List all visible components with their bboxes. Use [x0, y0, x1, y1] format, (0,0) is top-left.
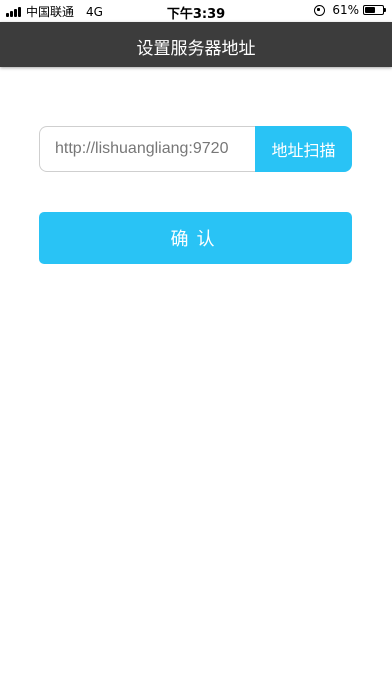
battery-fill [365, 7, 376, 13]
scan-address-button[interactable]: 地址扫描 [255, 126, 352, 172]
server-url-input[interactable] [39, 126, 255, 172]
battery-percent: 61% [332, 3, 359, 17]
battery-icon [363, 5, 386, 15]
server-url-row: 地址扫描 [39, 126, 352, 172]
status-bar: 中国联通 4G 下午3:39 61% [0, 0, 392, 22]
orientation-lock-icon [314, 4, 326, 16]
page-title: 设置服务器地址 [136, 39, 256, 59]
confirm-button[interactable]: 确认 [39, 212, 352, 264]
status-right: 61% [314, 3, 386, 17]
nav-bar: 设置服务器地址 [0, 22, 392, 67]
